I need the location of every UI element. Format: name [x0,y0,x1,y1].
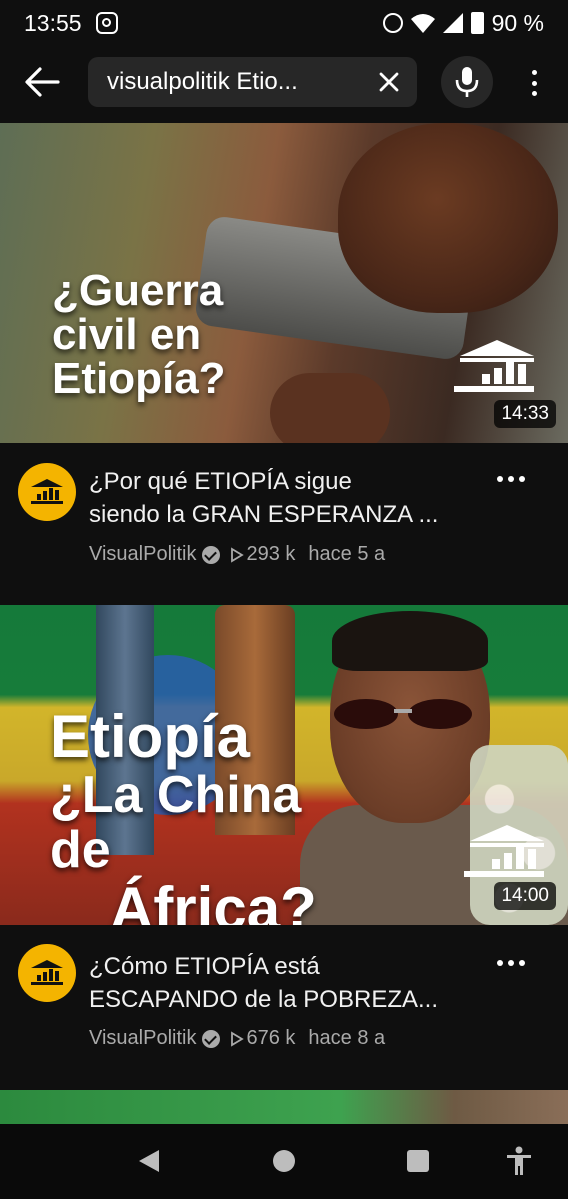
battery-icon [470,12,484,34]
channel-logo-icon [454,340,534,392]
channel-logo-icon [464,825,544,877]
video-thumbnail[interactable]: ¿Guerra civil en Etiopía? 14:33 [0,123,568,443]
views-icon [231,1030,245,1047]
view-count: 293 k [246,543,296,565]
video-duration: 14:00 [494,882,556,910]
nav-recents-icon[interactable] [407,1150,429,1172]
views-icon [231,546,245,563]
voice-search-button[interactable] [441,56,493,108]
instagram-icon [95,12,118,34]
microphone-icon [455,67,479,97]
nav-home-icon[interactable] [273,1150,295,1172]
nav-back-icon[interactable] [137,1149,161,1173]
more-options-icon[interactable] [522,67,546,99]
video-menu-icon[interactable] [497,960,525,970]
search-input[interactable]: visualpolitik Etio... [88,57,417,107]
alarm-icon [382,13,403,33]
thumbnail-title: ¿Guerra civil en Etiopía? [52,266,226,403]
thumbnail-sunglasses [334,699,472,729]
battery-level: 90 % [491,9,544,36]
channel-logo-icon [31,479,63,504]
video-thumbnail[interactable] [0,1090,568,1124]
status-bar: 13:55 90 % [0,0,568,46]
system-nav-bar [0,1124,568,1199]
video-metadata: VisualPolitik 293 k hace 5 a [89,543,385,566]
video-title[interactable]: ¿Por qué ETIOPÍA sigue siendo la GRAN ES… [89,465,499,531]
channel-name[interactable]: VisualPolitik [89,543,196,566]
channel-avatar[interactable] [18,944,76,1002]
video-title[interactable]: ¿Cómo ETIOPÍA está ESCAPANDO de la POBRE… [89,950,499,1016]
view-count: 676 k [246,1027,296,1049]
upload-age: hace 5 a [308,543,386,565]
video-duration: 14:33 [494,400,556,428]
video-thumbnail[interactable]: Etiopía ¿La China de África? 14:00 [0,605,568,925]
thumbnail-soldier [338,123,558,313]
thumbnail-title: Etiopía ¿La China de África? [50,703,317,925]
video-metadata: VisualPolitik 676 k hace 8 a [89,1027,385,1050]
thumbnail-hair [332,611,488,671]
verified-icon [202,545,221,564]
upload-age: hace 8 a [308,1027,386,1049]
status-time: 13:55 [24,9,82,36]
clear-search-icon[interactable] [375,68,403,96]
signal-icon [442,13,463,33]
verified-icon [202,1029,221,1048]
video-info[interactable]: ¿Cómo ETIOPÍA está ESCAPANDO de la POBRE… [0,925,568,1049]
search-header: visualpolitik Etio... [0,55,568,109]
channel-name[interactable]: VisualPolitik [89,1027,196,1050]
accessibility-icon[interactable] [506,1146,532,1176]
channel-avatar[interactable] [18,463,76,521]
wifi-icon [410,14,435,33]
channel-logo-icon [31,960,63,985]
video-menu-icon[interactable] [497,476,525,486]
back-arrow-icon[interactable] [24,66,60,98]
video-info[interactable]: ¿Por qué ETIOPÍA sigue siendo la GRAN ES… [0,443,568,566]
search-query: visualpolitik Etio... [107,68,298,95]
